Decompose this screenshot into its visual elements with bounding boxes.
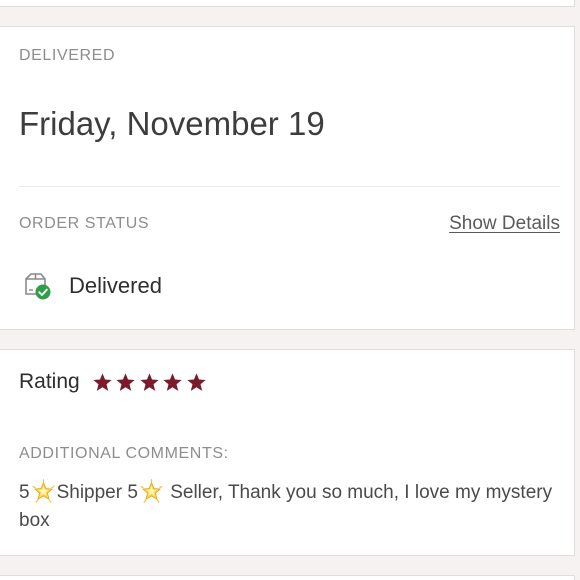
status-row: Delivered [22,271,162,301]
bottom-card-edge [0,575,575,580]
delivery-date: Friday, November 19 [19,105,325,142]
rating-row: Rating [19,370,209,394]
rating-card: Rating ADDITIONAL COMMENTS: 5 Shipper 5 S… [0,349,575,556]
rating-star-icon [93,372,112,391]
additional-comments-label: ADDITIONAL COMMENTS: [19,445,229,462]
delivered-label: DELIVERED [19,47,116,64]
rating-star-icon [140,372,159,391]
top-card-edge [0,0,575,7]
status-text: Delivered [69,273,162,298]
order-detail-page: DELIVERED Friday, November 19 ORDER STAT… [0,0,580,580]
rating-stars [92,372,210,393]
divider [19,186,560,187]
comment-part-1: 5 [19,482,30,503]
glowing-star-emoji-icon [138,479,165,503]
order-status-label: ORDER STATUS [19,215,150,232]
comment-part-2: Shipper 5 [56,482,138,503]
delivery-card: DELIVERED Friday, November 19 ORDER STAT… [0,26,575,330]
glowing-star-emoji-icon [30,479,57,503]
package-delivered-icon [22,271,52,301]
show-details-link[interactable]: Show Details [449,213,560,235]
rating-star-icon [116,372,135,391]
rating-star-icon [163,372,182,391]
rating-star-icon [187,372,206,391]
rating-title: Rating [19,370,80,393]
comment-text: 5 Shipper 5 Seller, Thank you so much, I … [19,479,559,535]
